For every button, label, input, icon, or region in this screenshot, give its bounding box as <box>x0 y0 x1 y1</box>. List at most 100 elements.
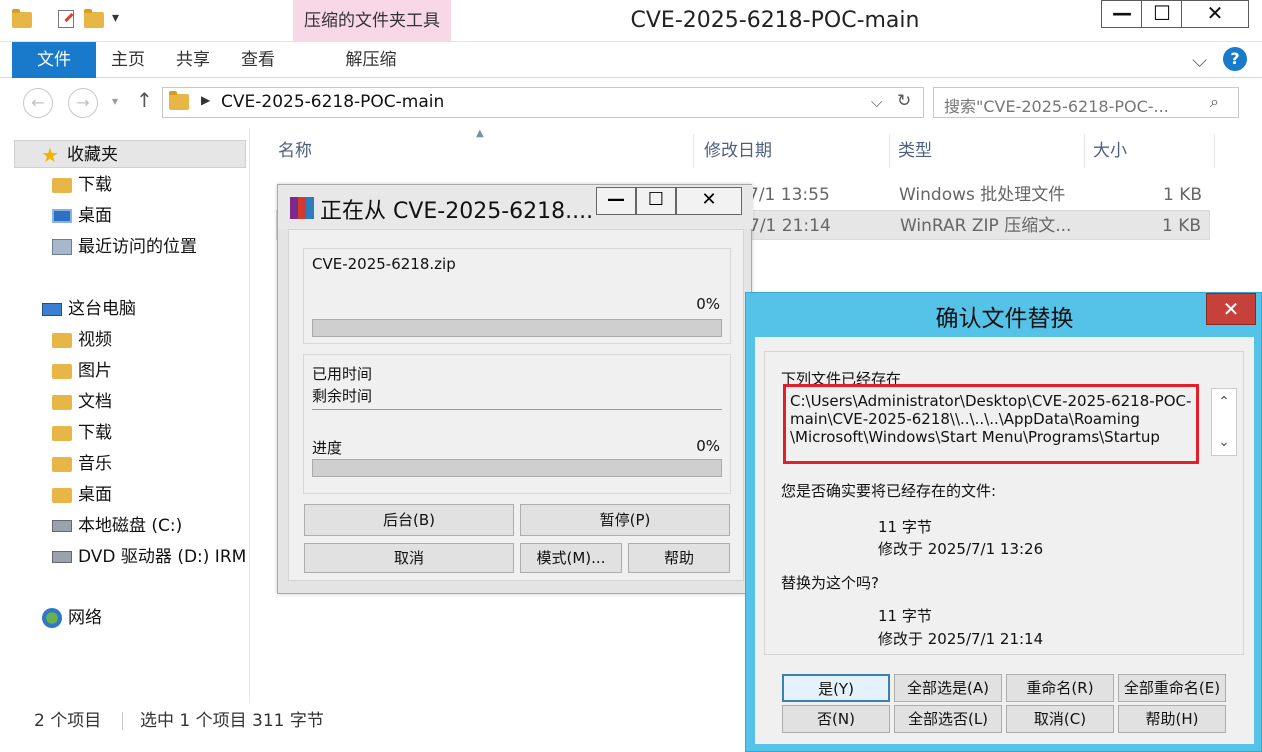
dialog-body: 下列文件已经存在 C:\Users\Administrator\Desktop\… <box>755 337 1254 744</box>
confirm-replace-dialog: 确认文件替换 ✕ 下列文件已经存在 C:\Users\Administrator… <box>745 292 1262 752</box>
maximize-button[interactable]: ☐ <box>1141 0 1183 28</box>
folder-icon[interactable] <box>12 9 32 28</box>
existing-modified: 修改于 2025/7/1 13:26 <box>878 540 1044 558</box>
path-scrollbar[interactable]: ⌃ ⌄ <box>1211 388 1237 456</box>
existing-size: 11 字节 <box>878 518 932 536</box>
item-count: 2 个项目 <box>34 711 102 731</box>
sidebar-item-downloads[interactable]: 下载 <box>52 171 112 199</box>
breadcrumb-arrow-icon[interactable]: ▶ <box>201 93 210 107</box>
sidebar-item-desktop-pc[interactable]: 桌面 <box>52 481 112 509</box>
desktop-icon <box>52 209 72 223</box>
close-button[interactable]: ✕ <box>1181 0 1249 28</box>
sidebar-item-local-disk[interactable]: 本地磁盘 (C:) <box>52 512 182 540</box>
sidebar-item-favorites[interactable]: ★ 收藏夹 <box>14 140 246 168</box>
minimize-button[interactable]: — <box>1101 0 1143 28</box>
cancel-button[interactable]: 取消(C) <box>1006 705 1114 733</box>
breadcrumb[interactable]: CVE-2025-6218-POC-main <box>221 92 444 112</box>
sidebar-item-downloads-pc[interactable]: 下载 <box>52 419 112 447</box>
rename-all-button[interactable]: 全部重命名(E) <box>1118 674 1226 702</box>
winrar-icon <box>290 197 314 219</box>
up-arrow-icon[interactable]: ↑ <box>136 88 153 112</box>
sidebar-item-label: DVD 驱动器 (D:) IRM <box>78 547 247 567</box>
dialog-title: 确认文件替换 <box>935 306 1074 332</box>
new-folder-icon[interactable] <box>84 9 104 28</box>
tab-extract[interactable]: 解压缩 <box>330 42 412 78</box>
help-icon[interactable]: ? <box>1223 47 1247 71</box>
help-button[interactable]: 帮助 <box>628 543 730 573</box>
tab-home[interactable]: 主页 <box>100 42 156 78</box>
cancel-button[interactable]: 取消 <box>304 543 514 573</box>
address-row: ← → ▾ ↑ ▶ CVE-2025-6218-POC-main ⌵ ↻ 搜索"… <box>0 78 1262 128</box>
address-bar[interactable]: ▶ CVE-2025-6218-POC-main ⌵ ↻ <box>162 87 924 118</box>
sidebar-item-label: 这台电脑 <box>68 299 136 319</box>
sidebar-item-videos[interactable]: 视频 <box>52 326 112 354</box>
scroll-down-icon[interactable]: ⌄ <box>1212 431 1236 453</box>
dialog-titlebar: 正在从 CVE-2025-6218.... — ☐ ✕ <box>278 185 753 229</box>
column-header-type[interactable]: 类型 <box>890 134 1085 168</box>
replace-info-group: 下列文件已经存在 C:\Users\Administrator\Desktop\… <box>764 351 1244 655</box>
column-header-modified[interactable]: 修改日期 <box>696 134 890 168</box>
refresh-icon[interactable]: ↻ <box>897 91 911 111</box>
selection-info: 选中 1 个项目 311 字节 <box>140 711 324 731</box>
file-progress-bar <box>312 319 722 337</box>
chevron-down-icon[interactable]: ⌵ <box>871 93 882 111</box>
compressed-folder-tools-header: 压缩的文件夹工具 <box>293 0 451 42</box>
yes-button[interactable]: 是(Y) <box>782 674 890 702</box>
close-button[interactable]: ✕ <box>676 187 742 215</box>
scroll-up-icon[interactable]: ⌃ <box>1212 391 1236 413</box>
yes-to-all-button[interactable]: 全部选是(A) <box>894 674 1002 702</box>
sidebar-item-network[interactable]: 网络 <box>42 604 102 632</box>
hard-drive-icon <box>52 520 72 532</box>
sidebar-item-desktop[interactable]: 桌面 <box>52 202 112 230</box>
maximize-button[interactable]: ☐ <box>636 187 676 215</box>
dialog-body: CVE-2025-6218.zip 0% 已用时间 剩余时间 进度 0% 后台(… <box>288 229 744 581</box>
sidebar-item-label: 桌面 <box>78 485 112 505</box>
no-button[interactable]: 否(N) <box>782 705 890 733</box>
highlight-box <box>783 384 1199 464</box>
column-header-name[interactable]: 名称 <box>270 134 694 168</box>
back-button[interactable]: ← <box>23 88 53 118</box>
confirm-question: 您是否确实要将已经存在的文件: <box>781 482 997 500</box>
properties-icon[interactable] <box>56 10 76 28</box>
customize-toolbar-icon[interactable]: ▾ <box>112 10 132 28</box>
ribbon: 文件 主页 共享 查看 解压缩 ⌵ ? <box>0 42 1262 78</box>
winrar-progress-dialog: 正在从 CVE-2025-6218.... — ☐ ✕ CVE-2025-621… <box>277 184 753 594</box>
separator <box>312 409 722 410</box>
sidebar-item-documents[interactable]: 文档 <box>52 388 112 416</box>
close-button[interactable]: ✕ <box>1206 293 1256 325</box>
search-icon[interactable]: ⌕ <box>1210 92 1219 112</box>
sidebar-item-label: 收藏夹 <box>67 145 118 165</box>
column-header-size[interactable]: 大小 <box>1085 134 1215 168</box>
recent-locations-icon[interactable]: ▾ <box>112 94 118 108</box>
sidebar-item-music[interactable]: 音乐 <box>52 450 112 478</box>
sidebar-item-dvd[interactable]: DVD 驱动器 (D:) IRM <box>52 543 246 571</box>
sidebar-item-this-pc[interactable]: 这台电脑 <box>42 295 136 323</box>
star-icon: ★ <box>41 143 59 167</box>
mode-button[interactable]: 模式(M)... <box>520 543 622 573</box>
tab-view[interactable]: 查看 <box>230 42 286 78</box>
progress-label: 进度 <box>312 439 343 457</box>
sidebar-item-label: 最近访问的位置 <box>78 237 197 257</box>
minimize-button[interactable]: — <box>596 187 636 215</box>
videos-folder-icon <box>52 332 72 348</box>
search-input[interactable]: 搜索"CVE-2025-6218-POC-... ⌕ <box>933 87 1239 118</box>
new-modified: 修改于 2025/7/1 21:14 <box>878 630 1044 648</box>
sidebar-item-label: 下载 <box>78 175 112 195</box>
status-divider <box>122 712 123 730</box>
desktop-folder-icon <box>52 487 72 503</box>
pause-button[interactable]: 暂停(P) <box>520 504 730 536</box>
recent-places-icon <box>52 239 72 255</box>
tab-file[interactable]: 文件 <box>12 42 96 78</box>
sidebar-item-pictures[interactable]: 图片 <box>52 357 112 385</box>
downloads-icon <box>52 177 72 193</box>
sidebar-item-recent[interactable]: 最近访问的位置 <box>52 233 197 261</box>
forward-button[interactable]: → <box>68 88 98 118</box>
background-button[interactable]: 后台(B) <box>304 504 514 536</box>
no-to-all-button[interactable]: 全部选否(L) <box>894 705 1002 733</box>
rename-button[interactable]: 重命名(R) <box>1006 674 1114 702</box>
sidebar-item-label: 桌面 <box>78 206 112 226</box>
help-button[interactable]: 帮助(H) <box>1118 705 1226 733</box>
chevron-down-icon[interactable]: ⌵ <box>1192 48 1207 72</box>
computer-icon <box>42 302 62 316</box>
tab-share[interactable]: 共享 <box>165 42 221 78</box>
